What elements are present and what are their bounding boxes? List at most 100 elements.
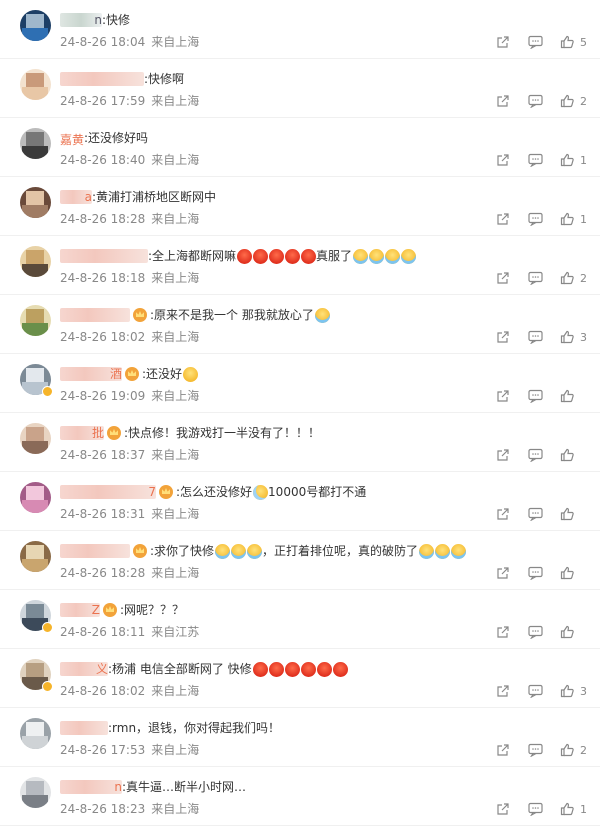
plain-emoji-icon bbox=[183, 366, 199, 382]
username[interactable]: n bbox=[60, 780, 122, 794]
like-button[interactable]: 3 bbox=[560, 330, 588, 344]
like-count: 2 bbox=[580, 743, 587, 757]
comment-line: 嘉黄:还没修好吗 bbox=[60, 129, 148, 147]
comment-icon[interactable] bbox=[528, 389, 543, 403]
avatar[interactable] bbox=[20, 718, 51, 749]
comment-icon[interactable] bbox=[528, 35, 543, 49]
username[interactable] bbox=[60, 72, 144, 86]
like-icon bbox=[560, 330, 574, 344]
comment-icon[interactable] bbox=[528, 566, 543, 580]
comment-icon[interactable] bbox=[528, 507, 543, 521]
comment-list: n:快修 24-8-26 18:04 来自上海 5:快修啊 24-8-26 17:59 来… bbox=[0, 0, 600, 829]
share-icon[interactable] bbox=[496, 507, 510, 521]
share-icon[interactable] bbox=[496, 684, 510, 698]
comment-location: 来自上海 bbox=[151, 35, 200, 49]
like-button[interactable] bbox=[560, 625, 588, 639]
like-button[interactable]: 2 bbox=[560, 743, 588, 757]
avatar[interactable] bbox=[20, 423, 51, 454]
username[interactable]: Z bbox=[60, 603, 100, 617]
comment-icon[interactable] bbox=[528, 625, 543, 639]
like-button[interactable]: 3 bbox=[560, 684, 588, 698]
comment-icon[interactable] bbox=[528, 743, 543, 757]
username-text: n bbox=[114, 780, 122, 794]
username[interactable]: 批 bbox=[60, 426, 104, 440]
username[interactable] bbox=[60, 308, 130, 322]
comment-date: 24-8-26 18:02 bbox=[60, 330, 146, 344]
avatar[interactable] bbox=[20, 10, 51, 41]
like-button[interactable]: 2 bbox=[560, 271, 588, 285]
username[interactable]: 义 bbox=[60, 662, 108, 676]
share-icon[interactable] bbox=[496, 802, 510, 816]
comment-location: 来自上海 bbox=[151, 94, 200, 108]
angry-emoji-icon bbox=[237, 248, 253, 264]
username[interactable] bbox=[60, 544, 130, 558]
share-icon[interactable] bbox=[496, 153, 510, 167]
like-button[interactable] bbox=[560, 389, 588, 403]
share-icon[interactable] bbox=[496, 35, 510, 49]
like-button[interactable]: 1 bbox=[560, 802, 588, 816]
username[interactable] bbox=[60, 249, 148, 263]
comment-icon[interactable] bbox=[528, 448, 543, 462]
comment-location: 来自上海 bbox=[151, 153, 200, 167]
comment-icon[interactable] bbox=[528, 330, 543, 344]
comment-icon[interactable] bbox=[528, 684, 543, 698]
avatar[interactable] bbox=[20, 305, 51, 336]
comment-line: a:黄浦打浦桥地区断网中 bbox=[60, 188, 216, 206]
username[interactable]: 酒 bbox=[60, 367, 122, 381]
share-icon[interactable] bbox=[496, 566, 510, 580]
username[interactable]: a bbox=[60, 190, 92, 204]
like-button[interactable] bbox=[560, 507, 588, 521]
share-icon[interactable] bbox=[496, 330, 510, 344]
username-text: n bbox=[94, 13, 102, 27]
like-button[interactable]: 5 bbox=[560, 35, 588, 49]
avatar[interactable] bbox=[20, 187, 51, 218]
share-icon[interactable] bbox=[496, 271, 510, 285]
like-button[interactable]: 1 bbox=[560, 212, 588, 226]
like-icon bbox=[560, 153, 574, 167]
like-button[interactable]: 1 bbox=[560, 153, 588, 167]
share-icon[interactable] bbox=[496, 94, 510, 108]
username[interactable] bbox=[60, 721, 108, 735]
like-button[interactable] bbox=[560, 448, 588, 462]
username[interactable]: 嘉黄 bbox=[60, 131, 84, 147]
avatar[interactable] bbox=[20, 777, 51, 808]
username[interactable]: 7 bbox=[60, 485, 156, 499]
comment-icon[interactable] bbox=[528, 153, 543, 167]
comment-icon[interactable] bbox=[528, 212, 543, 226]
like-icon bbox=[560, 802, 574, 816]
comment-text: :怎么还没修好 bbox=[176, 485, 253, 499]
comment-meta: 24-8-26 18:28 来自上海 bbox=[60, 211, 199, 227]
avatar[interactable] bbox=[20, 482, 51, 513]
crown-badge-icon bbox=[125, 367, 139, 381]
avatar[interactable] bbox=[20, 128, 51, 159]
comment-meta: 24-8-26 18:40 来自上海 bbox=[60, 152, 199, 168]
comment-text-continued: 真服了 bbox=[316, 249, 353, 263]
comment-row: a:黄浦打浦桥地区断网中 24-8-26 18:28 来自上海 1 bbox=[0, 177, 600, 236]
comment-text: :快点修！我游戏打一半没有了！！！ bbox=[124, 426, 321, 440]
like-button[interactable] bbox=[560, 566, 588, 580]
vip-badge-icon bbox=[42, 386, 53, 397]
comment-icon[interactable] bbox=[528, 94, 543, 108]
comment-location: 来自上海 bbox=[151, 743, 200, 757]
share-icon[interactable] bbox=[496, 625, 510, 639]
cry-emoji-icon bbox=[401, 248, 417, 264]
share-icon[interactable] bbox=[496, 212, 510, 226]
comment-icon[interactable] bbox=[528, 802, 543, 816]
share-icon[interactable] bbox=[496, 389, 510, 403]
comment-icon[interactable] bbox=[528, 271, 543, 285]
avatar[interactable] bbox=[20, 541, 51, 572]
comment-actions bbox=[496, 388, 588, 404]
comment-actions: 2 bbox=[496, 270, 588, 286]
comment-row: 义:杨浦 电信全部断网了 快修 24-8-26 18:02 来自上海 3 bbox=[0, 649, 600, 708]
avatar[interactable] bbox=[20, 246, 51, 277]
comment-meta: 24-8-26 19:09 来自上海 bbox=[60, 388, 199, 404]
avatar[interactable] bbox=[20, 69, 51, 100]
username[interactable]: n bbox=[60, 13, 102, 27]
cry-emoji-icon bbox=[247, 543, 263, 559]
like-button[interactable]: 2 bbox=[560, 94, 588, 108]
share-icon[interactable] bbox=[496, 448, 510, 462]
username-text: Z bbox=[91, 603, 100, 617]
comment-actions bbox=[496, 506, 588, 522]
comment-row: n:快修 24-8-26 18:04 来自上海 5 bbox=[0, 0, 600, 59]
share-icon[interactable] bbox=[496, 743, 510, 757]
